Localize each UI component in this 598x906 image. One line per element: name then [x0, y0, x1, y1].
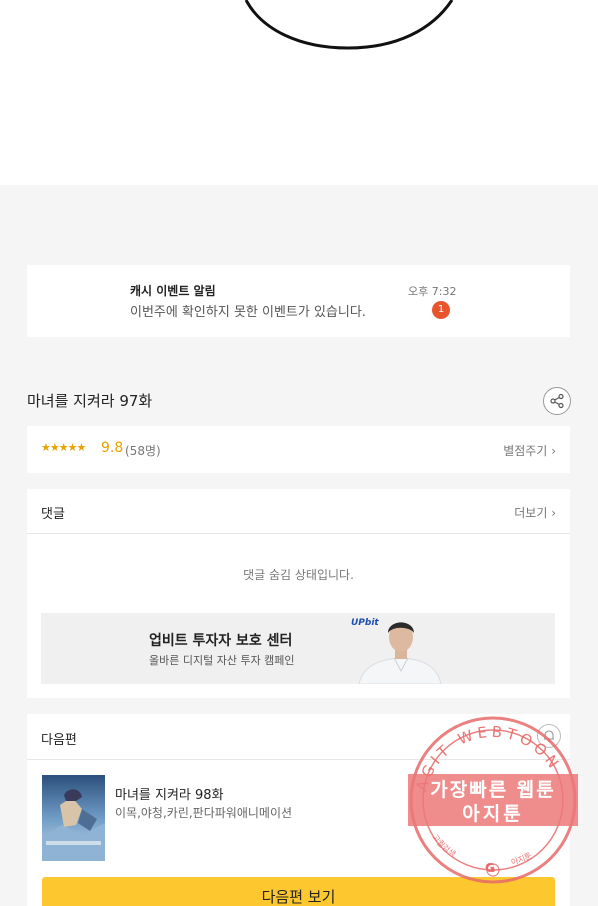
- comments-more-label: 더보기: [514, 506, 548, 520]
- ad-subtitle: 올바른 디지털 자산 투자 캠페인: [149, 654, 295, 667]
- upbit-logo: UPbit: [351, 618, 379, 628]
- stamp-line-2: 아지툰: [462, 803, 524, 825]
- rate-label: 별점주기: [503, 444, 548, 458]
- cash-event-notification[interactable]: 캐시 이벤트 알림 이번주에 확인하지 못한 이벤트가 있습니다. 오후 7:3…: [27, 265, 570, 337]
- comments-more-button[interactable]: 더보기 ›: [514, 504, 556, 521]
- stamp-line-1: 가장빠른 웹툰: [430, 779, 556, 801]
- comments-header: 댓글 더보기 ›: [27, 489, 570, 534]
- rating-stars: ★★★★★: [41, 441, 86, 454]
- episode-title: 마녀를 지켜라 97화: [27, 392, 153, 410]
- comic-circle-illustration: [244, 0, 454, 50]
- watermark-stamp: AGIT WEBTOON 고퀄검색 아지툰 가장빠른 웹툰 아지툰 G: [404, 715, 582, 885]
- upbit-ad-banner[interactable]: 업비트 투자자 보호 센터 올바른 디지털 자산 투자 캠페인 UPbit: [41, 613, 555, 684]
- rating-count: (58명): [125, 444, 161, 458]
- stamp-center-glyph: G: [485, 861, 495, 875]
- next-episode-name: 마녀를 지켜라 98화: [115, 788, 224, 803]
- episode-thumbnail-image: [42, 775, 105, 861]
- comments-section: 댓글 더보기 › 댓글 숨김 상태입니다. 업비트 투자자 보호 센터 올바른 …: [27, 489, 570, 698]
- chevron-right-icon: ›: [551, 506, 556, 520]
- rate-button[interactable]: 별점주기 ›: [503, 442, 556, 459]
- stamp-bottom-left-text: 고퀄검색: [430, 833, 457, 859]
- notification-title: 캐시 이벤트 알림: [130, 284, 216, 298]
- next-episode-authors: 이목,야청,카린,판다파워애니메이션: [115, 806, 293, 820]
- comments-label: 댓글: [41, 507, 65, 522]
- rating-row: ★★★★★ 9.8 (58명) 별점주기 ›: [27, 426, 570, 473]
- share-icon: [550, 393, 564, 409]
- ad-title: 업비트 투자자 보호 센터: [149, 633, 293, 649]
- chevron-right-icon: ›: [551, 444, 556, 458]
- notification-badge: 1: [432, 301, 450, 319]
- share-button[interactable]: [543, 387, 571, 415]
- comments-hidden-message: 댓글 숨김 상태입니다.: [243, 568, 354, 582]
- rating-score: 9.8: [101, 440, 124, 456]
- next-episode-label: 다음편: [41, 733, 77, 748]
- notification-message: 이번주에 확인하지 못한 이벤트가 있습니다.: [130, 305, 366, 320]
- comic-panel-bottom: [0, 0, 598, 185]
- next-episode-thumbnail[interactable]: [42, 775, 105, 861]
- notification-time: 오후 7:32: [408, 285, 457, 298]
